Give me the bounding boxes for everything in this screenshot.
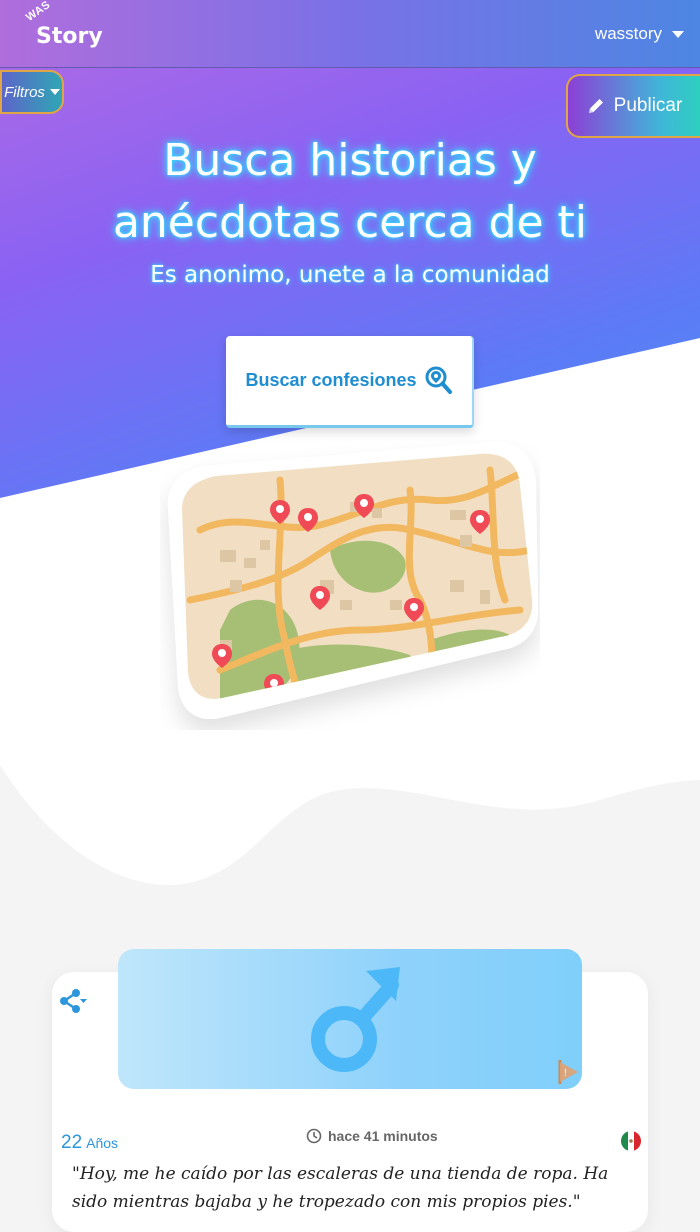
map-with-pins-icon bbox=[167, 441, 539, 720]
svg-text:!: ! bbox=[564, 1068, 567, 1079]
search-button-label: Buscar confesiones bbox=[245, 370, 417, 390]
story-card-banner bbox=[118, 949, 582, 1089]
caret-down-icon bbox=[49, 89, 60, 95]
hero-title-line-1: Busca historias y bbox=[163, 135, 537, 186]
age-unit: Años bbox=[86, 1135, 119, 1151]
time-ago: hace 41 minutos bbox=[328, 1128, 438, 1144]
male-symbol-icon bbox=[311, 967, 400, 1072]
publish-label: Publicar bbox=[613, 95, 683, 116]
filters-label: Filtros bbox=[4, 83, 45, 101]
report-flag-icon[interactable]: ! bbox=[556, 1058, 582, 1086]
hero-subtitle: Es anonimo, unete a la comunidad bbox=[150, 262, 550, 288]
publish-button[interactable]: Publicar bbox=[566, 74, 700, 138]
post-time: hace 41 minutos bbox=[306, 1128, 438, 1144]
share-icon[interactable] bbox=[58, 988, 88, 1014]
age-value: 22 bbox=[61, 1132, 83, 1153]
top-navbar: WAS Story wasstory bbox=[0, 0, 700, 68]
app-logo[interactable]: WAS Story bbox=[24, 0, 103, 56]
logo-main-text: Story bbox=[36, 24, 103, 49]
username: wasstory bbox=[594, 24, 662, 43]
caret-down-icon bbox=[672, 30, 684, 38]
logo-small-text: WAS bbox=[24, 0, 53, 24]
clock-icon bbox=[306, 1128, 322, 1144]
author-age: 22 Años bbox=[61, 1132, 118, 1154]
filters-button[interactable]: Filtros bbox=[0, 70, 64, 114]
user-menu[interactable]: wasstory bbox=[595, 24, 684, 44]
search-confessions-button[interactable]: Buscar confesiones bbox=[226, 336, 474, 428]
search-location-icon bbox=[425, 366, 452, 394]
hero-title-line-2: anécdotas cerca de ti bbox=[112, 197, 588, 248]
mexico-flag-icon bbox=[621, 1131, 641, 1151]
pencil-icon bbox=[588, 99, 603, 113]
hero-title: Busca historias y anécdotas cerca de ti bbox=[0, 130, 700, 254]
story-text: "Hoy, me he caído por las escaleras de u… bbox=[72, 1164, 609, 1212]
